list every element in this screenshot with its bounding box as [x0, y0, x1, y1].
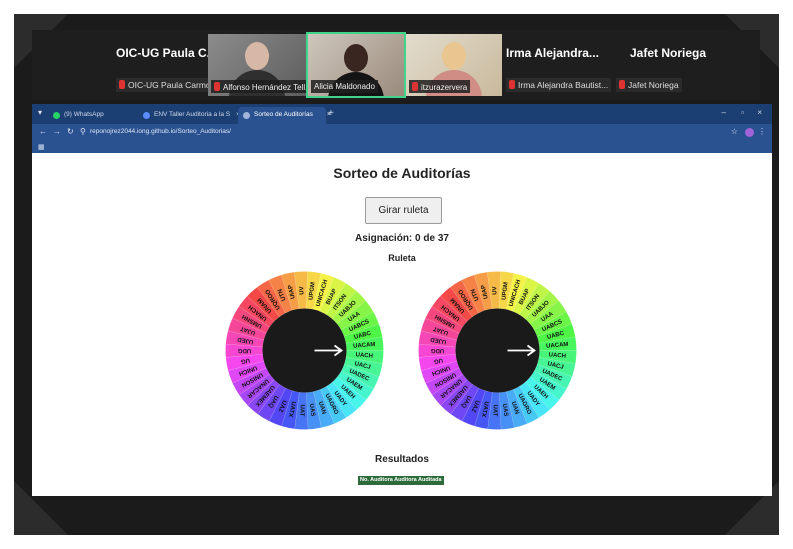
page-icon [243, 112, 250, 119]
bookmark-star-icon[interactable]: ☆ [731, 127, 738, 136]
video-call-strip: OIC-UG Paula C... OIC-UG Paula Carmona A… [32, 30, 760, 100]
new-tab-icon[interactable]: + [328, 108, 334, 119]
wheel-segment-label: UAT [298, 404, 304, 416]
participant-tile-jafet[interactable]: Jafet Noriega Jafet Noriega [616, 34, 716, 96]
roulette-wheel-left: UIAP UV UPGMUNICACHBUAPITSONUABJOUAAUABCSU… [225, 271, 384, 430]
tab-whatsapp[interactable]: (9) WhatsApp [48, 107, 130, 124]
page-title: Sorteo de Auditorías [333, 165, 471, 181]
url-field[interactable]: reponojrez2044.iong.github.io/Sorteo_Aud… [90, 128, 231, 135]
participant-chip: Jafet Noriega [616, 78, 682, 92]
mic-muted-icon [412, 82, 418, 91]
profile-avatar[interactable] [745, 128, 754, 137]
participant-video-alicia[interactable]: Alicia Maldonado [306, 32, 406, 98]
site-info-icon[interactable]: ⚲ [80, 127, 86, 136]
back-icon[interactable]: ← [39, 127, 47, 136]
participant-chip: itzurazervera [409, 80, 471, 93]
address-bar: ← → ↻ ⚲ reponojrez2044.iong.github.io/So… [32, 124, 772, 141]
participant-chip-label: Jafet Noriega [628, 80, 679, 90]
participant-video-alfonso[interactable]: Alfonso Hernández Tell... [208, 34, 306, 96]
maximize-icon[interactable]: ▫ [741, 108, 744, 117]
mic-muted-icon [214, 82, 220, 91]
document-icon [143, 112, 150, 119]
participant-name: Jafet Noriega [630, 46, 707, 60]
participant-chip: Irma Alejandra Bautist... [506, 78, 612, 92]
wheel-heading: Ruleta [388, 253, 416, 263]
participant-chip-label: itzurazervera [421, 83, 468, 92]
participant-chip-label: Alfonso Hernández Tell... [223, 83, 306, 92]
participant-chip-label: Alicia Maldonado [314, 82, 375, 91]
person-head [245, 42, 269, 70]
page-content: Sorteo de Auditorías Girar ruleta Asigna… [32, 153, 772, 496]
tab-label: (9) WhatsApp [64, 111, 104, 118]
mic-muted-icon [509, 80, 515, 89]
tab-taller[interactable]: ENV Taller Auditoria a la S× [138, 107, 240, 124]
tab-label: Sorteo de Auditorías [254, 111, 313, 118]
participant-chip: Alicia Maldonado [311, 80, 378, 93]
spin-wheel-button[interactable]: Girar ruleta [365, 197, 442, 224]
wheel-segment-label: UDG [237, 347, 251, 353]
wheel-segment-label: UV [299, 286, 305, 295]
bookmarks-bar: ▦ [32, 141, 772, 153]
wheel-segment-label: UAT [491, 404, 497, 416]
wheel-segment-label: UDG [430, 347, 444, 353]
assignment-counter: Asignación: 0 de 37 [355, 233, 449, 244]
participant-video-itzurazervera[interactable]: itzurazervera [406, 34, 502, 96]
tab-sorteo[interactable]: Sorteo de Auditorías × [238, 107, 331, 124]
apps-icon[interactable]: ▦ [38, 143, 45, 151]
whatsapp-icon [53, 112, 60, 119]
participant-tile-irma[interactable]: Irma Alejandra... Irma Alejandra Bautist… [506, 34, 614, 96]
person-head [442, 42, 466, 70]
minimize-icon[interactable]: – [722, 108, 726, 117]
participant-chip-label: OIC-UG Paula Carmona [128, 80, 221, 90]
reload-icon[interactable]: ↻ [67, 127, 74, 136]
results-table-header: No. Auditora Auditora Auditada [358, 476, 444, 485]
browser-window: ▾ (9) WhatsApp ENV Taller Auditoria a la… [32, 104, 772, 496]
tab-label: ENV Taller Auditoria a la S [154, 111, 231, 118]
participant-name: OIC-UG Paula C... [116, 46, 217, 60]
participant-chip: Alfonso Hernández Tell... [211, 80, 306, 93]
roulette-wheel-right: UIAP UV UPGMUNICACHBUAPITSONUABJOUAAUABCSU… [418, 271, 577, 430]
forward-icon[interactable]: → [53, 127, 61, 136]
person-head [344, 44, 368, 72]
participant-chip-label: Irma Alejandra Bautist... [518, 80, 609, 90]
participant-name: Irma Alejandra... [506, 46, 599, 60]
wheel-segment-label: UV [492, 286, 498, 295]
tab-strip: ▾ (9) WhatsApp ENV Taller Auditoria a la… [32, 104, 772, 124]
mic-muted-icon [119, 80, 125, 89]
tab-search-icon[interactable]: ▾ [38, 108, 42, 117]
participant-tile-paula[interactable]: OIC-UG Paula C... OIC-UG Paula Carmona [116, 34, 224, 96]
mic-muted-icon [619, 80, 625, 89]
results-heading: Resultados [375, 454, 429, 465]
menu-icon[interactable]: ⋮ [758, 127, 766, 136]
close-window-icon[interactable]: × [757, 108, 762, 117]
